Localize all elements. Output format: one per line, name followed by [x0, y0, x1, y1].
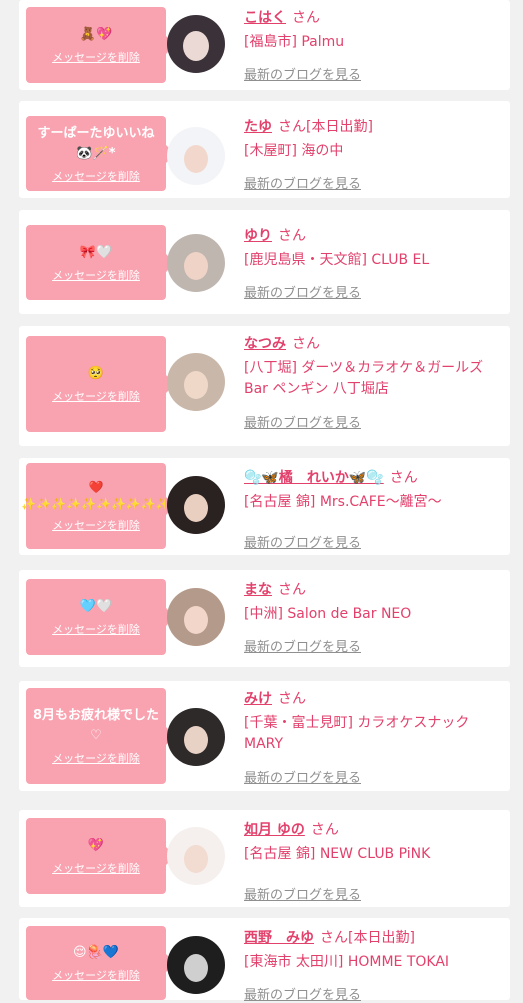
cast-name-link[interactable]: みけ	[244, 691, 272, 707]
message-card: 🥺 メッセージを削除 なつみ さん [八丁堀] ダーツ＆カラオケ＆ガールズBar …	[19, 326, 510, 446]
message-bubble: ❤️ ✨✨✨✨✨✨✨✨✨✨ メッセージを削除	[21, 463, 175, 549]
shop-info: [名古屋 錦] Mrs.CAFE〜離宮〜	[244, 494, 442, 510]
message-card: ❤️ ✨✨✨✨✨✨✨✨✨✨ メッセージを削除 🫧🦋橘 れいか🦋🫧 さん [名古屋 …	[19, 458, 510, 555]
cast-name-link[interactable]: 如月 ゆの	[244, 822, 305, 838]
latest-blog-link[interactable]: 最新のブログを見る	[244, 984, 361, 1003]
message-text: 8月もお疲れ様でした♡	[32, 708, 160, 743]
avatar[interactable]	[167, 127, 225, 185]
delete-message-link[interactable]: メッセージを削除	[52, 750, 140, 766]
shop-info: [福島市] Palmu	[244, 34, 345, 50]
message-bubble: すーぱーたゆいいね🐼🪄* メッセージを削除	[26, 116, 175, 191]
honorific: さん	[310, 822, 339, 838]
delete-message-link[interactable]: メッセージを削除	[52, 49, 140, 65]
delete-message-link[interactable]: メッセージを削除	[52, 860, 140, 876]
cast-name-link[interactable]: たゆ	[244, 119, 272, 135]
shop-info: [八丁堀] ダーツ＆カラオケ＆ガールズBar ペンギン 八丁堀店	[244, 360, 484, 397]
message-card: 🩵🤍 メッセージを削除 まな さん [中洲] Salon de Bar NEO 最…	[19, 570, 510, 667]
latest-blog-link[interactable]: 最新のブログを見る	[244, 412, 361, 431]
avatar[interactable]	[167, 476, 225, 534]
message-card: 8月もお疲れ様でした♡ メッセージを削除 みけ さん [千葉・富士見町] カラオケ…	[19, 681, 510, 791]
latest-blog-link[interactable]: 最新のブログを見る	[244, 636, 361, 655]
message-text: 🥺	[87, 366, 105, 381]
cast-name-link[interactable]: まな	[244, 582, 272, 598]
latest-blog-link[interactable]: 最新のブログを見る	[244, 282, 361, 301]
message-card: 🧸💖 メッセージを削除 こはく さん [福島市] Palmu 最新のブログを見る	[19, 0, 510, 90]
avatar[interactable]	[167, 708, 225, 766]
honorific: さん	[292, 10, 320, 26]
delete-message-link[interactable]: メッセージを削除	[52, 267, 140, 283]
avatar[interactable]	[167, 588, 225, 646]
message-card: すーぱーたゆいいね🐼🪄* メッセージを削除 たゆ さん[本日出勤] [木屋町] 海…	[19, 101, 510, 198]
honorific: さん	[292, 336, 320, 352]
latest-blog-link[interactable]: 最新のブログを見る	[244, 532, 361, 551]
message-text: 💖	[87, 838, 105, 853]
honorific: さん	[278, 691, 306, 707]
honorific: さん	[278, 119, 306, 135]
message-bubble: 8月もお疲れ様でした♡ メッセージを削除	[26, 688, 175, 784]
status-badge: [本日出勤]	[348, 930, 415, 946]
delete-message-link[interactable]: メッセージを削除	[52, 388, 140, 404]
message-bubble: 🥺 メッセージを削除	[26, 336, 175, 432]
message-text: すーぱーたゆいいね🐼🪄*	[37, 125, 155, 161]
message-bubble: 😌🪼💙 メッセージを削除	[26, 926, 175, 1000]
message-bubble: 🎀🤍 メッセージを削除	[26, 225, 175, 300]
honorific: さん	[320, 930, 348, 946]
avatar[interactable]	[167, 827, 225, 885]
latest-blog-link[interactable]: 最新のブログを見る	[244, 173, 361, 192]
message-text: 🎀🤍	[79, 244, 113, 260]
delete-message-link[interactable]: メッセージを削除	[52, 621, 140, 637]
message-bubble: 🩵🤍 メッセージを削除	[26, 579, 175, 655]
shop-info: [木屋町] 海の中	[244, 143, 344, 159]
avatar[interactable]	[167, 936, 225, 994]
latest-blog-link[interactable]: 最新のブログを見る	[244, 884, 361, 903]
shop-info: [東海市 太田川] HOMME TOKAI	[244, 954, 450, 970]
honorific: さん	[278, 228, 306, 244]
honorific: さん	[278, 582, 306, 598]
avatar[interactable]	[167, 234, 225, 292]
message-text: 🧸💖	[79, 27, 113, 42]
status-badge: [本日出勤]	[306, 119, 373, 135]
shop-info: [名古屋 錦] NEW CLUB PiNK	[244, 846, 431, 862]
delete-message-link[interactable]: メッセージを削除	[52, 967, 140, 983]
cast-name-link[interactable]: なつみ	[244, 336, 286, 352]
cast-name-link[interactable]: こはく	[244, 10, 286, 26]
cast-name-link[interactable]: 西野 みゆ	[244, 930, 314, 946]
honorific: さん	[389, 470, 418, 486]
message-bubble: 💖 メッセージを削除	[26, 818, 175, 894]
shop-info: [鹿児島県・天文館] CLUB EL	[244, 252, 430, 268]
avatar[interactable]	[167, 353, 225, 411]
message-bubble: 🧸💖 メッセージを削除	[26, 7, 175, 83]
message-card: 😌🪼💙 メッセージを削除 西野 みゆ さん[本日出勤] [東海市 太田川] HOM…	[19, 918, 510, 1003]
message-card: 🎀🤍 メッセージを削除 ゆり さん [鹿児島県・天文館] CLUB EL 最新のブ…	[19, 210, 510, 314]
message-text: 🩵🤍	[79, 599, 113, 614]
shop-info: [千葉・富士見町] カラオケスナックMARY	[244, 715, 470, 752]
cast-name-link[interactable]: 🫧🦋橘 れいか🦋🫧	[244, 470, 384, 486]
latest-blog-link[interactable]: 最新のブログを見る	[244, 767, 361, 786]
shop-info: [中洲] Salon de Bar NEO	[244, 606, 412, 622]
avatar[interactable]	[167, 15, 225, 73]
message-card: 💖 メッセージを削除 如月 ゆの さん [名古屋 錦] NEW CLUB PiNK…	[19, 810, 510, 907]
delete-message-link[interactable]: メッセージを削除	[52, 168, 140, 184]
latest-blog-link[interactable]: 最新のブログを見る	[244, 64, 361, 83]
message-text: 😌🪼💙	[73, 945, 119, 960]
delete-message-link[interactable]: メッセージを削除	[52, 517, 140, 533]
message-text: ❤️ ✨✨✨✨✨✨✨✨✨✨	[21, 480, 171, 511]
cast-name-link[interactable]: ゆり	[244, 228, 272, 244]
